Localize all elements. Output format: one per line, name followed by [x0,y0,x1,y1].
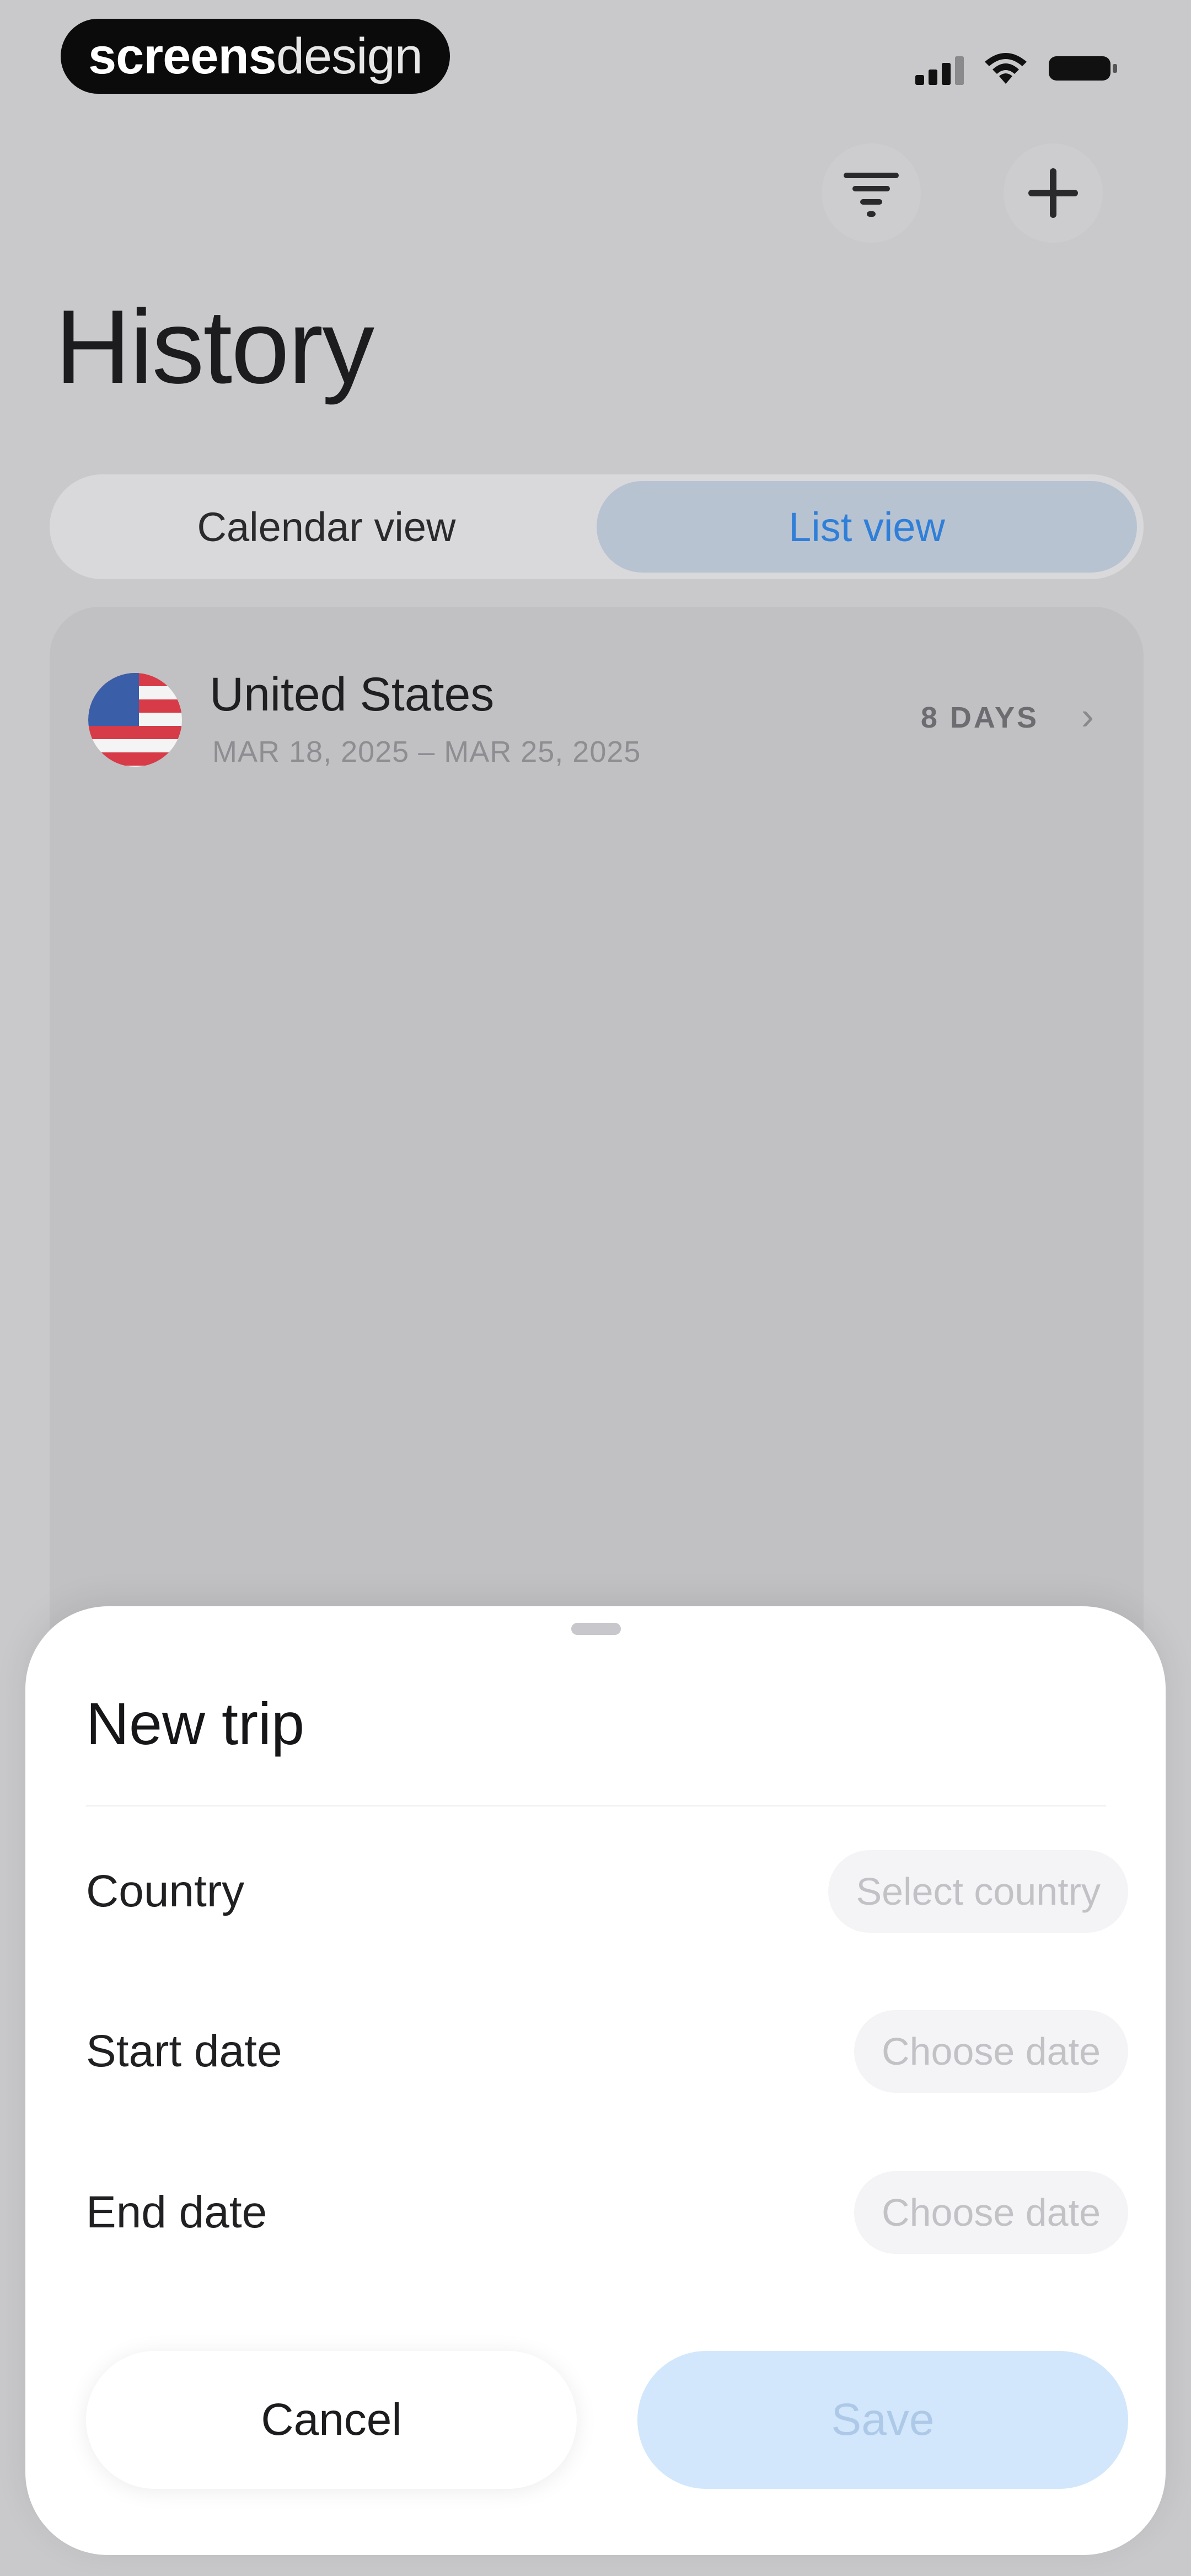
country-label: Country [86,1866,245,1916]
plus-icon [1028,168,1078,218]
start-date-picker[interactable]: Choose date [854,2010,1128,2093]
history-screen: screensdesign History Calendar view List… [0,0,1191,2576]
sheet-actions: Cancel Save [86,2351,1128,2489]
us-flag-icon [88,673,182,767]
view-toggle: Calendar view List view [50,474,1144,579]
brand-logo: screensdesign [61,19,450,94]
trip-list-item[interactable]: United States MAR 18, 2025 – MAR 25, 202… [50,607,1144,772]
wifi-icon [985,53,1027,84]
start-date-label: Start date [86,2026,282,2076]
status-bar: screensdesign [0,0,1191,121]
brand-text-bold: screens [88,28,277,84]
trip-duration: 8 DAYS [920,701,1039,734]
sheet-grabber[interactable] [571,1623,621,1635]
filter-button[interactable] [822,143,921,243]
start-date-row: Start date Choose date [86,2010,1128,2093]
trip-dates: MAR 18, 2025 – MAR 25, 2025 [212,735,641,768]
end-date-row: End date Choose date [86,2171,1128,2254]
filter-icon [844,173,899,217]
end-date-picker[interactable]: Choose date [854,2171,1128,2254]
sheet-title: New trip [86,1690,305,1757]
header-actions [0,143,1191,243]
page-title: History [55,288,374,405]
trip-list: United States MAR 18, 2025 – MAR 25, 202… [50,607,1144,1710]
new-trip-sheet: New trip Country Select country Start da… [25,1606,1166,2555]
brand-text-light: design [276,28,423,84]
divider [86,1805,1106,1807]
battery-icon [1049,56,1117,81]
save-button[interactable]: Save [637,2351,1128,2489]
add-trip-button[interactable] [1004,143,1103,243]
status-icons [915,46,1119,90]
tab-calendar-view[interactable]: Calendar view [56,481,597,573]
cancel-button[interactable]: Cancel [86,2351,577,2489]
chevron-right-icon: › [1081,694,1094,737]
end-date-label: End date [86,2187,267,2237]
signal-icon [915,52,964,85]
select-country-button[interactable]: Select country [828,1850,1128,1933]
trip-country: United States [210,668,495,721]
tab-list-view[interactable]: List view [597,481,1137,573]
country-row: Country Select country [86,1850,1128,1933]
